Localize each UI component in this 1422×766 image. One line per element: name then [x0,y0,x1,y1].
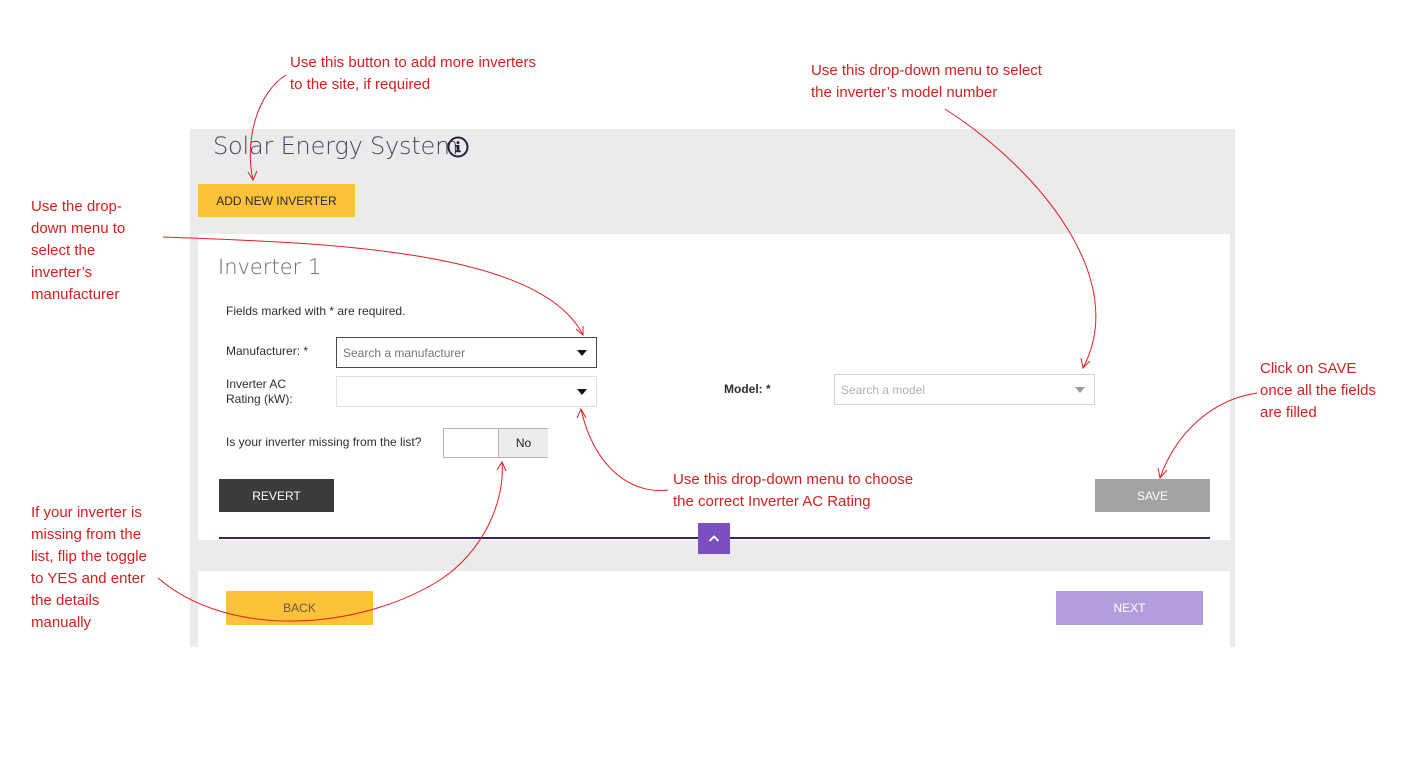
back-button[interactable]: BACK [226,591,373,625]
rating-label-line-2: Rating (kW): [226,392,293,406]
annotation-line: to the site, if required [290,76,431,93]
annotation-missing: If your inverter is missing from the lis… [31,502,147,634]
inverter-ac-rating-select[interactable] [336,376,597,407]
annotation-line: to YES and enter [31,570,145,587]
annotation-manufacturer: Use the drop- down menu to select the in… [31,196,125,306]
inverter-missing-toggle[interactable]: No [443,428,548,458]
manufacturer-select[interactable]: Search a manufacturer [336,337,597,368]
annotation-model: Use this drop-down menu to select the in… [811,60,1042,104]
annotation-line: Use this drop-down menu to choose [673,471,914,488]
annotation-save: Click on SAVE once all the fields are fi… [1260,358,1376,424]
annotation-line: Click on SAVE [1260,360,1357,377]
model-label: Model: * [724,382,771,396]
annotation-line: select the [31,242,96,259]
inverter-ac-rating-label: Inverter AC Rating (kW): [226,377,293,407]
annotation-line: the inverter’s model number [811,84,998,101]
required-fields-note: Fields marked with * are required. [226,304,406,318]
caret-down-icon [577,350,587,356]
revert-button[interactable]: REVERT [219,479,334,512]
page-title: Solar Energy System [213,132,459,160]
next-button[interactable]: NEXT [1056,591,1203,625]
collapse-button[interactable] [698,523,730,554]
inverter-missing-label: Is your inverter missing from the list? [226,435,422,449]
model-placeholder: Search a model [841,383,926,397]
annotation-line: manually [31,614,92,631]
manufacturer-placeholder: Search a manufacturer [343,346,466,360]
caret-down-icon [1075,387,1085,393]
annotation-line: Use this drop-down menu to select [811,62,1042,79]
annotation-line: Use this button to add more inverters [290,54,536,71]
annotation-line: down menu to [31,220,126,237]
annotation-line: list, flip the toggle [31,548,147,565]
annotation-line: the details [31,592,100,609]
annotation-line: inverter’s [31,264,93,281]
save-button[interactable]: SAVE [1095,479,1210,512]
annotation-line: Use the drop- [31,198,122,215]
annotation-add-inverter: Use this button to add more inverters to… [290,52,536,96]
annotation-line: once all the fields [1260,382,1376,399]
annotation-line: are filled [1260,404,1317,421]
add-new-inverter-button[interactable]: ADD NEW INVERTER [198,184,355,217]
info-icon[interactable] [447,136,469,158]
annotation-line: missing from the [31,526,142,543]
annotation-line: If your inverter is [31,504,142,521]
annotation-line: the correct Inverter AC Rating [673,493,871,510]
rating-label-line-1: Inverter AC [226,377,287,391]
caret-down-icon [577,389,587,395]
annotation-line: manufacturer [31,286,120,303]
chevron-up-icon [708,535,720,542]
manufacturer-label: Manufacturer: * [226,344,309,358]
inverter-heading: Inverter 1 [218,255,322,279]
annotation-rating: Use this drop-down menu to choose the co… [673,469,913,513]
model-select[interactable]: Search a model [834,374,1095,405]
toggle-state: No [498,429,548,457]
